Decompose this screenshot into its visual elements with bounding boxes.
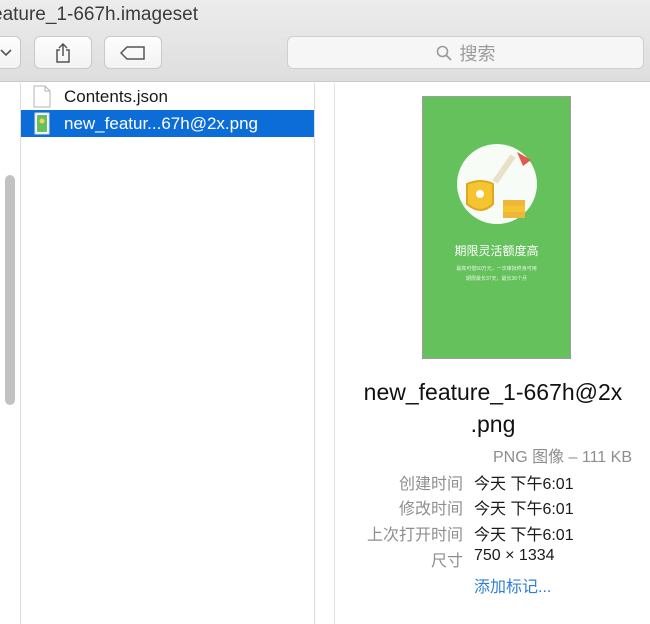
share-button[interactable] [34, 36, 92, 69]
chevron-down-icon [0, 48, 12, 56]
preview-filename: new_feature_1-667h@2x [363, 379, 623, 405]
meta-label: 修改时间 [398, 501, 463, 518]
toolbar: eature_1-667h.imageset 搜索 [0, 0, 650, 82]
search-field[interactable]: 搜索 [287, 36, 644, 69]
meta-dimensions: 尺寸 750 × 1334 [336, 547, 650, 573]
magnifier-icon [436, 45, 452, 61]
thumbnail-caption: 期限最长37天，最长36个月 [465, 276, 528, 282]
meta-value: 今天 下午6:01 [474, 476, 574, 493]
file-row-contents-json[interactable]: Contents.json [21, 83, 314, 110]
file-name: new_featur...67h@2x.png [64, 114, 259, 133]
illustration-graphic [457, 144, 537, 224]
scrollbar-thumb[interactable] [5, 175, 15, 405]
tags-button[interactable] [104, 36, 162, 69]
file-row-png-selected[interactable]: new_featur...67h@2x.png [21, 110, 314, 137]
meta-last-opened: 上次打开时间 今天 下午6:01 [336, 521, 650, 547]
meta-created: 创建时间 今天 下午6:01 [336, 470, 650, 496]
preview-filename-extension: .png [470, 411, 516, 437]
meta-label: 上次打开时间 [366, 527, 463, 544]
meta-value: 750 × 1334 [474, 547, 555, 564]
file-list-column: Contents.json new_featur...67h@2x.png [21, 83, 315, 624]
document-icon [33, 85, 51, 108]
window-title: eature_1-667h.imageset [0, 4, 198, 25]
meta-label: 创建时间 [398, 476, 463, 493]
file-name: Contents.json [64, 87, 168, 106]
meta-label: 尺寸 [430, 553, 463, 570]
parent-column [0, 83, 21, 624]
thumbnail-headline: 期限灵活额度高 [454, 244, 539, 258]
file-kind-size: PNG 图像 – 111 KB [492, 449, 632, 466]
finder-window: eature_1-667h.imageset 搜索 Contents.json … [0, 0, 650, 624]
share-icon [56, 42, 70, 63]
tag-icon [120, 45, 145, 60]
image-thumbnail[interactable]: 期限灵活额度高 最高可借50万元，一次审批终身可用 期限最长37天，最长36个月 [422, 96, 571, 359]
view-options-button[interactable] [0, 36, 21, 69]
preview-pane: 期限灵活额度高 最高可借50万元，一次审批终身可用 期限最长37天，最长36个月… [336, 83, 650, 624]
meta-modified: 修改时间 今天 下午6:01 [336, 495, 650, 521]
meta-value: 今天 下午6:01 [474, 501, 574, 518]
thumbnail-caption: 最高可借50万元，一次审批终身可用 [456, 266, 537, 272]
meta-value: 今天 下午6:01 [474, 527, 574, 544]
add-tags-link[interactable]: 添加标记... [474, 573, 551, 597]
search-placeholder: 搜索 [459, 43, 496, 64]
column-divider [315, 83, 335, 624]
image-file-icon [34, 112, 50, 135]
